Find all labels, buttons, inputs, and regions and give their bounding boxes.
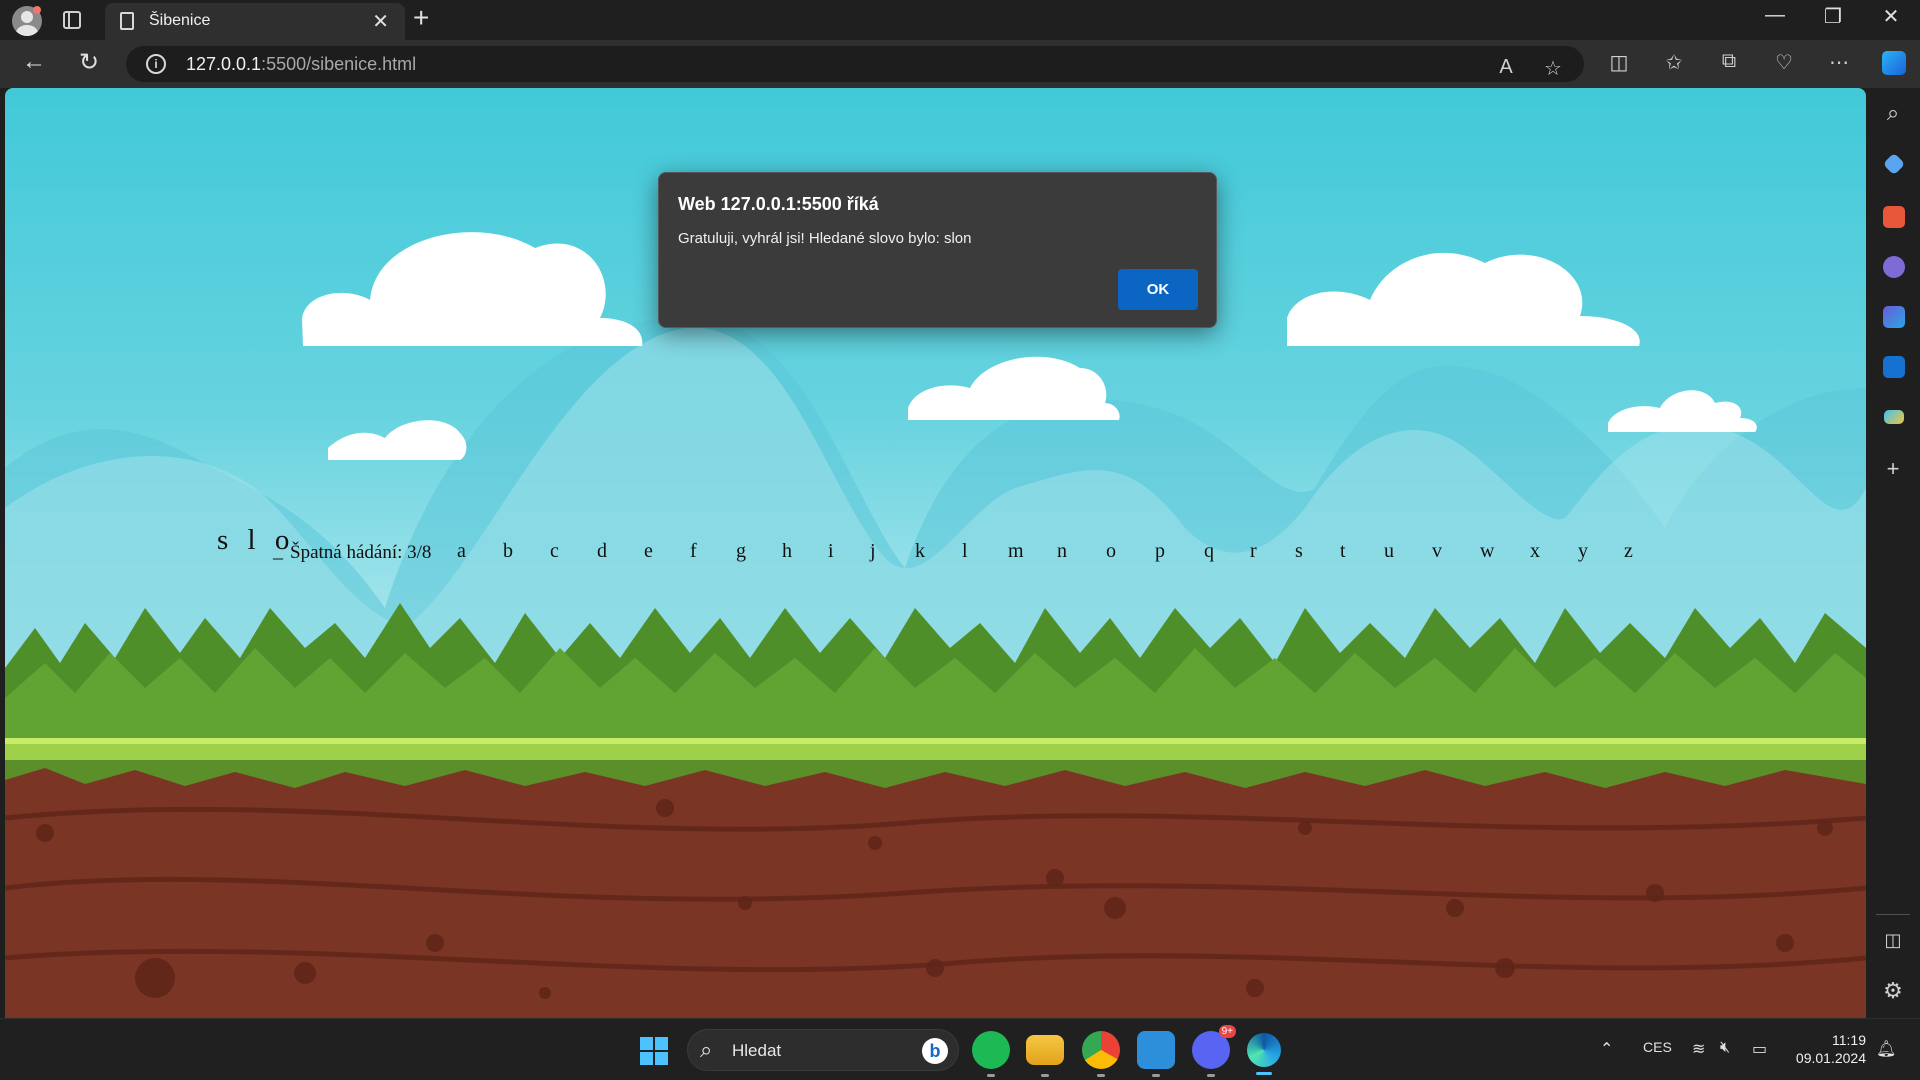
letter-button-x[interactable]: x	[1530, 540, 1540, 563]
more-options-icon[interactable]: ⋯	[1824, 50, 1854, 75]
letter-button-h[interactable]: h	[782, 540, 792, 563]
letter-button-n[interactable]: n	[1057, 540, 1067, 563]
site-info-icon[interactable]: i	[146, 54, 166, 74]
favorite-star-icon[interactable]: ☆	[1538, 56, 1568, 81]
letter-button-f[interactable]: f	[690, 540, 697, 563]
letter-button-a[interactable]: a	[457, 540, 466, 563]
split-screen-icon[interactable]: ◫	[1604, 50, 1634, 75]
letter-button-q[interactable]: q	[1204, 540, 1214, 563]
file-explorer-icon[interactable]	[1026, 1035, 1064, 1077]
battery-icon[interactable]: ▭	[1752, 1039, 1767, 1059]
search-icon[interactable]: ⌕	[1878, 100, 1908, 126]
letter-button-r[interactable]: r	[1250, 540, 1257, 563]
volume-muted-icon[interactable]: 🔇︎	[1720, 1039, 1730, 1057]
page-icon	[120, 12, 134, 30]
alert-dialog: Web 127.0.0.1:5500 říká Gratuluji, vyhrá…	[658, 172, 1217, 328]
profile-notification-dot	[33, 6, 41, 14]
dialog-message: Gratuluji, vyhrál jsi! Hledané slovo byl…	[678, 230, 972, 247]
start-windows-icon[interactable]	[640, 1037, 668, 1065]
shopping-tag-icon[interactable]	[1882, 152, 1906, 176]
letter-button-u[interactable]: u	[1384, 540, 1394, 563]
restore-icon[interactable]: ❐	[1813, 4, 1853, 29]
letter-button-t[interactable]: t	[1340, 540, 1346, 563]
minimize-icon[interactable]: —	[1755, 4, 1795, 27]
alphabet-buttons: a b c d e f g h i j k l m n o p q r s t u v w x y z	[5, 540, 1866, 570]
letter-button-b[interactable]: b	[503, 540, 513, 563]
language-indicator[interactable]: CES	[1643, 1039, 1672, 1055]
edge-icon[interactable]	[1247, 1033, 1281, 1075]
letter-button-o[interactable]: o	[1106, 540, 1116, 563]
letter-button-i[interactable]: i	[828, 540, 834, 563]
clock-date: 09.01.2024	[1795, 1050, 1866, 1066]
letter-button-s[interactable]: s	[1295, 540, 1303, 563]
chrome-icon[interactable]	[1082, 1031, 1120, 1077]
letter-button-d[interactable]: d	[597, 540, 607, 563]
wifi-icon[interactable]: ≋	[1692, 1039, 1705, 1059]
browser-essentials-icon[interactable]: ♡	[1769, 50, 1799, 75]
address-bar[interactable]: i 127.0.0.1:5500/sibenice.html A ☆	[126, 46, 1584, 82]
games-icon[interactable]	[1883, 256, 1905, 278]
drop-icon[interactable]	[1884, 410, 1904, 424]
show-hidden-icons-chevron-icon[interactable]: ⌃	[1600, 1039, 1613, 1059]
hide-sidebar-icon[interactable]: ◫	[1878, 930, 1908, 951]
dialog-title: Web 127.0.0.1:5500 říká	[678, 194, 879, 214]
search-placeholder: Hledat	[732, 1041, 782, 1060]
copilot-icon[interactable]	[1882, 51, 1906, 75]
url-text[interactable]: 127.0.0.1:5500/sibenice.html	[186, 54, 416, 75]
discord-badge: 9+	[1218, 1025, 1236, 1038]
letter-button-z[interactable]: z	[1624, 540, 1633, 563]
windows-taskbar: ⌕ Hledat b 9+ ⌃ CES ≋ 🔇︎ ▭ 11:19 09.01.2…	[0, 1018, 1920, 1080]
tools-briefcase-icon[interactable]	[1883, 206, 1905, 228]
bing-icon[interactable]: b	[922, 1038, 948, 1064]
read-aloud-icon[interactable]: A	[1491, 56, 1521, 79]
sidebar-divider	[1876, 914, 1910, 915]
search-icon: ⌕	[700, 1037, 713, 1062]
clock-time: 11:19	[1832, 1032, 1866, 1048]
notifications-bell-icon[interactable]: 🔔︎	[1876, 1039, 1896, 1059]
window-close-icon[interactable]: ✕	[1871, 4, 1911, 29]
letter-button-p[interactable]: p	[1155, 540, 1165, 563]
letter-button-m[interactable]: m	[1008, 540, 1024, 563]
letter-button-w[interactable]: w	[1480, 540, 1494, 563]
page-viewport: s l o _ Špatná hádání: 3/8 abcdefghijklm…	[5, 88, 1866, 1018]
tab-title: Šibenice	[149, 12, 211, 29]
add-sidebar-app-icon[interactable]: +	[1878, 456, 1908, 482]
sidebar-settings-gear-icon[interactable]: ⚙	[1878, 978, 1908, 1004]
outlook-icon[interactable]	[1883, 356, 1905, 378]
letter-button-y[interactable]: y	[1578, 540, 1588, 563]
new-tab-icon[interactable]: +	[413, 2, 429, 34]
ok-button[interactable]: OK	[1118, 269, 1198, 310]
collections-icon[interactable]: ⧉	[1714, 50, 1744, 73]
back-icon[interactable]: ←	[16, 48, 52, 76]
taskbar-search[interactable]: ⌕ Hledat b	[687, 1029, 959, 1071]
letter-button-e[interactable]: e	[644, 540, 653, 563]
letter-button-c[interactable]: c	[550, 540, 559, 563]
refresh-icon[interactable]: ↻	[71, 48, 107, 77]
letter-button-g[interactable]: g	[736, 540, 746, 563]
edge-sidebar: ⌕ + ◫ ⚙	[1866, 88, 1920, 1018]
system-clock[interactable]: 11:19 09.01.2024	[1776, 1031, 1866, 1067]
browser-title-bar: Šibenice ✕ + — ❐ ✕	[0, 0, 1920, 40]
letter-button-k[interactable]: k	[915, 540, 925, 563]
letter-button-j[interactable]: j	[870, 540, 876, 563]
tab-sibenice[interactable]: Šibenice ✕	[105, 3, 405, 40]
spotify-icon[interactable]	[972, 1031, 1010, 1077]
favorites-icon[interactable]: ✩	[1659, 50, 1689, 75]
discord-icon[interactable]: 9+	[1192, 1025, 1236, 1077]
letter-button-v[interactable]: v	[1432, 540, 1442, 563]
tab-close-icon[interactable]: ✕	[372, 9, 389, 34]
microsoft-365-icon[interactable]	[1883, 306, 1905, 328]
letter-button-l[interactable]: l	[962, 540, 968, 563]
tab-actions-icon[interactable]	[63, 11, 81, 29]
browser-toolbar: ← ↻ i 127.0.0.1:5500/sibenice.html A ☆ ◫…	[0, 40, 1920, 88]
vscode-icon[interactable]	[1137, 1031, 1175, 1077]
